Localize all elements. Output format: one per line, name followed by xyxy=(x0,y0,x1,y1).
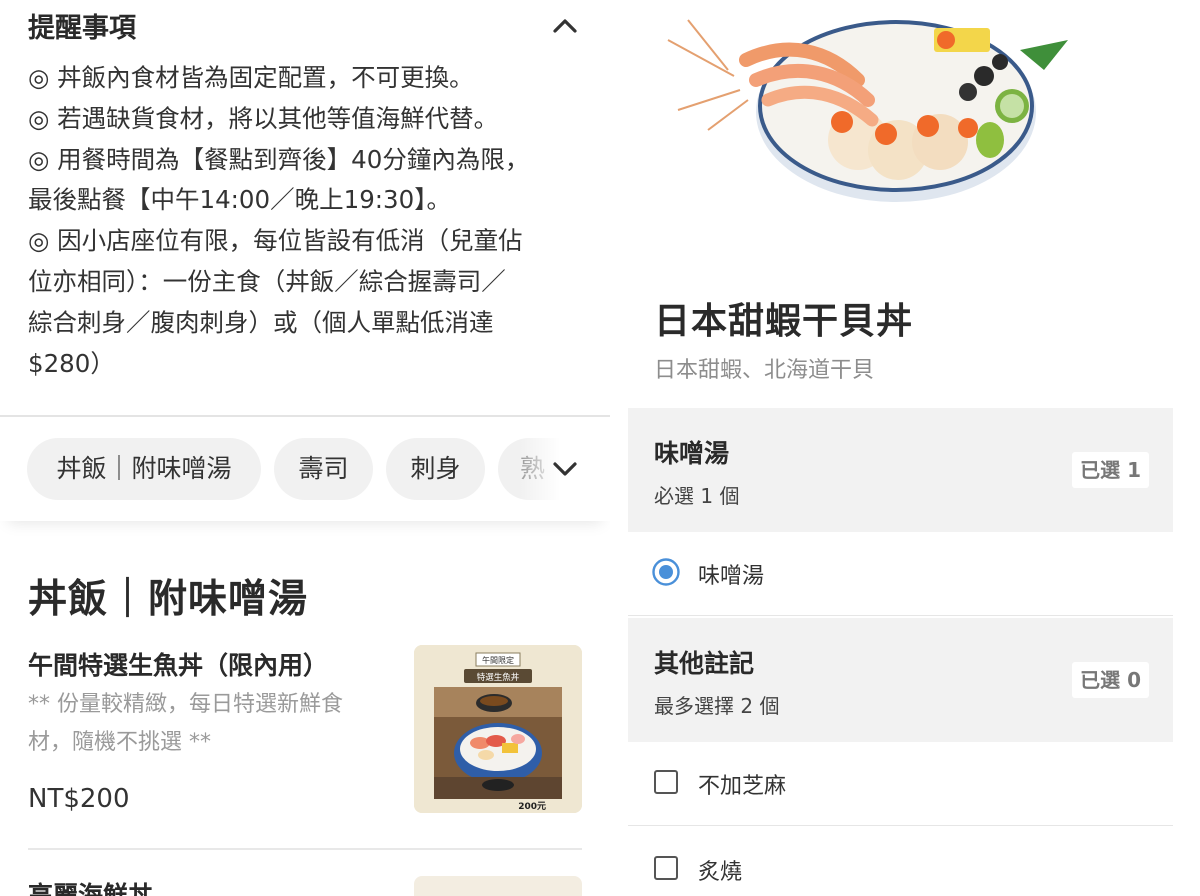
notice-line: $280） xyxy=(28,348,115,378)
option-group-header: 其他註記 最多選擇 2 個 已選 0 xyxy=(628,618,1173,742)
dish-title: 日本甜蝦干貝丼 xyxy=(654,301,914,342)
dish-subtitle: 日本甜蝦、北海道干貝 xyxy=(654,358,875,383)
menu-panel: 提醒事項 ◎ 丼飯內食材皆為固定配置，不可更換。 ◎ 若遇缺貨食材，將以其他等值… xyxy=(0,0,610,896)
item-divider xyxy=(28,848,582,850)
radio-selected[interactable] xyxy=(652,558,680,586)
group-requirement: 必選 1 個 xyxy=(654,484,740,508)
item-description: ** 份量較精緻，每日特選新鮮食 材，隨機不挑選 ** xyxy=(28,686,378,762)
notice-line: 綜合刺身／腹肉刺身）或（個人單點低消達 xyxy=(28,307,494,337)
item-name[interactable]: 午間特選生魚丼（限內用） xyxy=(28,646,328,682)
item-name[interactable]: 高麗海鮮丼 xyxy=(28,876,153,896)
poster-image: 午間限定 特選生魚丼 200元 xyxy=(414,645,582,813)
notice-body: ◎ 丼飯內食材皆為固定配置，不可更換。 ◎ 若遇缺貨食材，將以其他等值海鮮代替。… xyxy=(28,58,588,384)
category-tabs: 丼飯｜附味噌湯 壽司 刺身 熟 xyxy=(0,417,610,521)
item-price: NT$200 xyxy=(28,784,130,814)
panel-gutter xyxy=(610,0,628,896)
poster-price: 200元 xyxy=(518,801,546,812)
group-requirement: 最多選擇 2 個 xyxy=(654,694,780,718)
group-title: 其他註記 xyxy=(654,649,755,678)
item-image[interactable]: 午間限定 特選生魚丼 200元 xyxy=(414,645,582,813)
tab-sashimi[interactable]: 刺身 xyxy=(386,438,485,500)
notice-line: ◎ 丼飯內食材皆為固定配置，不可更換。 xyxy=(28,63,474,92)
notice-title: 提醒事項 xyxy=(28,13,136,44)
poster-top: 午間限定 xyxy=(482,655,514,665)
dish-hero-image xyxy=(628,0,1173,240)
checkbox[interactable] xyxy=(654,770,678,794)
poster-title: 特選生魚丼 xyxy=(477,672,520,683)
notice-line: ◎ 用餐時間為【餐點到齊後】40分鐘內為限， xyxy=(28,144,530,174)
divider xyxy=(628,825,1173,826)
section-title: 丼飯｜附味噌湯 xyxy=(28,577,309,622)
option-label: 不加芝麻 xyxy=(698,774,787,799)
selected-count-badge: 已選 1 xyxy=(1072,452,1149,488)
selected-count-badge: 已選 0 xyxy=(1072,662,1149,698)
item-image[interactable] xyxy=(414,876,582,896)
tab-sushi[interactable]: 壽司 xyxy=(274,438,373,500)
dish-detail-panel: 日本甜蝦干貝丼 日本甜蝦、北海道干貝 味噌湯 必選 1 個 已選 1 味噌湯 其… xyxy=(628,0,1173,896)
notice-line: ◎ 若遇缺貨食材，將以其他等值海鮮代替。 xyxy=(28,103,499,133)
chevron-down-icon[interactable] xyxy=(548,454,582,484)
chevron-up-icon[interactable] xyxy=(548,10,582,40)
option-row[interactable]: 炙燒 xyxy=(628,828,1173,896)
tab-donburi[interactable]: 丼飯｜附味噌湯 xyxy=(27,438,261,500)
checkbox[interactable] xyxy=(654,856,678,880)
option-label: 炙燒 xyxy=(698,860,743,885)
item-description-line: 材，隨機不挑選 ** xyxy=(28,730,211,755)
option-label: 味噌湯 xyxy=(698,564,765,589)
item-description-line: ** 份量較精緻，每日特選新鮮食 xyxy=(28,692,343,717)
option-group-header: 味噌湯 必選 1 個 已選 1 xyxy=(628,408,1173,532)
option-row[interactable]: 不加芝麻 xyxy=(628,742,1173,826)
notice-line: ◎ 因小店座位有限，每位皆設有低消（兒童佔 xyxy=(28,226,523,256)
divider xyxy=(628,615,1173,616)
option-row[interactable]: 味噌湯 xyxy=(628,532,1173,616)
notice-line: 最後點餐【中午14:00／晚上19:30】。 xyxy=(28,185,451,215)
group-title: 味噌湯 xyxy=(654,439,730,468)
notice-line: 位亦相同）：一份主食（丼飯／綜合握壽司／ xyxy=(28,266,506,296)
